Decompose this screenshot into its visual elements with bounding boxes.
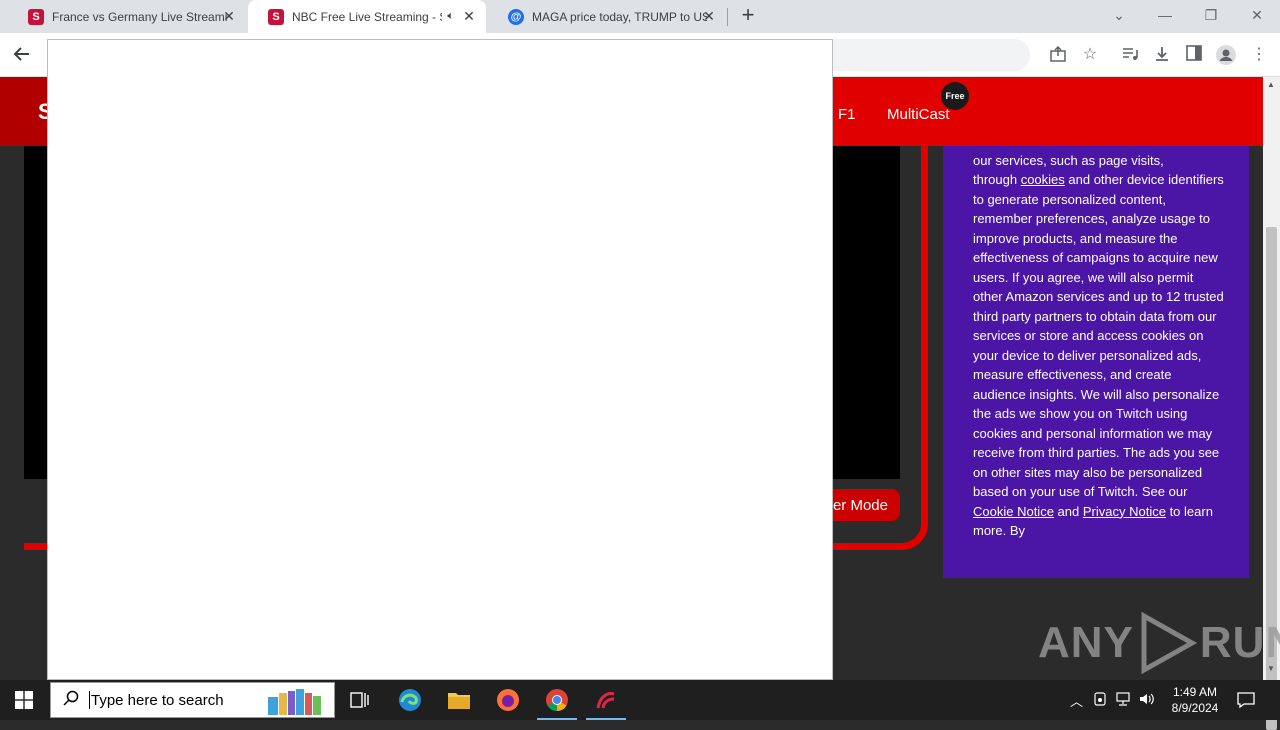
download-icon[interactable]: [1152, 45, 1172, 65]
share-icon[interactable]: [1048, 45, 1068, 65]
close-icon[interactable]: ✕: [702, 9, 716, 23]
windows-start-icon[interactable]: [0, 680, 48, 720]
address-bar[interactable]: [820, 39, 1030, 71]
system-tray: ︿: [1070, 680, 1155, 720]
text-caret: [89, 691, 90, 709]
watermark-left: ANY: [1038, 618, 1134, 667]
cookie-consent-panel: our services, such as page visits, throu…: [943, 146, 1249, 578]
play-triangle-icon: [1141, 612, 1198, 674]
tab-divider: [727, 8, 728, 26]
window-close-button[interactable]: ✕: [1245, 4, 1269, 28]
search-placeholder: Type here to search: [91, 691, 224, 709]
consent-body: identifiers to generate personalized con…: [973, 172, 1224, 499]
device-icon[interactable]: [1093, 691, 1107, 709]
consent-line: our services, such as page visits,: [973, 152, 1164, 168]
cookie-notice-link[interactable]: Cookie Notice: [973, 504, 1054, 519]
consent-line: and other device: [1064, 172, 1165, 187]
chrome-icon[interactable]: [533, 680, 581, 720]
books-illustration-icon: [268, 689, 321, 715]
back-arrow-icon[interactable]: [12, 45, 32, 65]
cookies-link[interactable]: cookies: [1021, 172, 1065, 187]
tab-nbc-live[interactable]: S NBC Free Live Streaming - S 🔈︎ ✕: [248, 0, 486, 33]
tab-maga-price[interactable]: @ MAGA price today, TRUMP to US ✕: [488, 0, 726, 33]
clock-time: 1:49 AM: [1172, 685, 1218, 699]
close-icon[interactable]: ✕: [222, 9, 236, 23]
tab-favicon: S: [268, 8, 284, 25]
media-control-icon[interactable]: [1120, 45, 1140, 65]
side-panel-icon[interactable]: [1184, 45, 1204, 65]
notification-icon[interactable]: [1236, 690, 1258, 710]
free-badge: Free: [941, 82, 969, 110]
taskbar-clock[interactable]: 1:49 AM 8/9/2024: [1160, 684, 1230, 716]
edge-icon[interactable]: [386, 680, 434, 720]
tray-chevron-up-icon[interactable]: ︿: [1070, 691, 1083, 710]
bookmark-star-icon[interactable]: ☆: [1080, 45, 1100, 65]
tab-title: France vs Germany Live Streamin: [52, 9, 227, 24]
tab-strip: S France vs Germany Live Streamin ✕ S NB…: [0, 0, 1280, 33]
anyrun-watermark: ANY RUN: [1038, 612, 1280, 674]
consent-and: and: [1053, 503, 1080, 519]
page-scrollbar[interactable]: ▲ ▼: [1263, 77, 1280, 730]
scroll-up-arrow-icon[interactable]: ▲: [1267, 80, 1275, 89]
consent-text: our services, such as page visits, throu…: [973, 146, 1225, 541]
close-icon[interactable]: ✕: [462, 9, 476, 23]
taskbar-search-box[interactable]: Type here to search: [50, 682, 335, 718]
file-explorer-icon[interactable]: [435, 680, 483, 720]
privacy-notice-link[interactable]: Privacy Notice: [1083, 504, 1166, 519]
clock-date: 8/9/2024: [1171, 701, 1219, 715]
watermark-right: RUN: [1199, 618, 1280, 667]
minimize-button[interactable]: —: [1153, 4, 1177, 28]
nav-f1-link[interactable]: F1: [838, 106, 856, 123]
nav-multicast-link[interactable]: MultiCast: [887, 106, 950, 123]
windows-taskbar: Type here to search ︿ 1:49 AM 8/9/2024: [0, 680, 1280, 720]
task-view-icon[interactable]: [336, 680, 384, 720]
firefox-icon[interactable]: [484, 680, 532, 720]
consent-line: through: [973, 172, 1021, 187]
search-icon: [63, 690, 79, 711]
network-icon[interactable]: [1115, 691, 1131, 709]
profile-avatar-icon[interactable]: [1216, 45, 1236, 65]
speaker-icon[interactable]: 🔈︎: [447, 10, 454, 23]
tab-title: MAGA price today, TRUMP to US: [532, 9, 707, 24]
restore-button[interactable]: ❐: [1199, 4, 1223, 28]
tab-france-germany[interactable]: S France vs Germany Live Streamin ✕: [8, 0, 246, 33]
tab-favicon: S: [28, 8, 44, 25]
tab-favicon: @: [508, 8, 524, 25]
volume-icon[interactable]: [1139, 692, 1155, 709]
tab-search-chevron-icon[interactable]: ⌄: [1107, 4, 1131, 28]
app-swirl-icon[interactable]: [582, 680, 630, 720]
blank-popup-window[interactable]: [47, 39, 833, 680]
new-tab-button[interactable]: +: [738, 4, 758, 27]
menu-kebab-icon[interactable]: ⋮: [1249, 45, 1269, 65]
tab-title: NBC Free Live Streaming - S: [292, 9, 442, 24]
